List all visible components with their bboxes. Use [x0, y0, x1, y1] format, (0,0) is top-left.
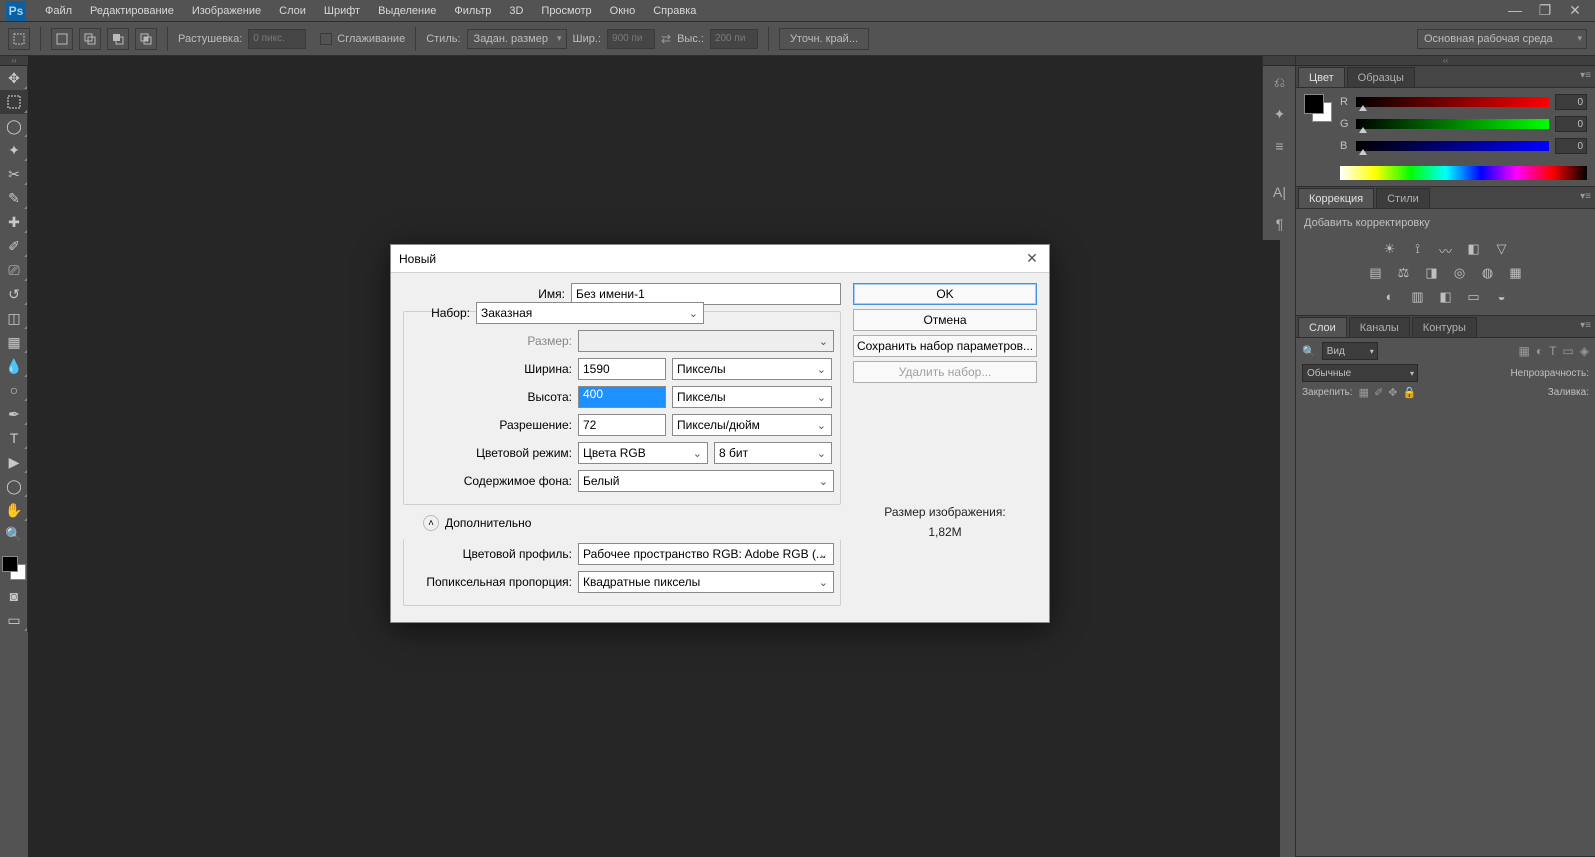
bgcontents-select[interactable]: Белый — [578, 470, 834, 492]
profile-select[interactable]: Рабочее пространство RGB: Adobe RGB (... — [578, 543, 834, 565]
cancel-button[interactable]: Отмена — [853, 309, 1037, 331]
ok-button[interactable]: OK — [853, 283, 1037, 305]
chevron-up-icon: ˄ — [423, 515, 439, 531]
size-label: Размер: — [410, 334, 578, 348]
name-label: Имя: — [403, 287, 571, 301]
height-label-d: Высота: — [410, 390, 578, 404]
profile-label: Цветовой профиль: — [410, 547, 578, 561]
size-select — [578, 330, 834, 352]
height-input-d[interactable]: 400 — [578, 386, 666, 408]
colormode-select[interactable]: Цвета RGB — [578, 442, 708, 464]
width-label-d: Ширина: — [410, 362, 578, 376]
colormode-label: Цветовой режим: — [410, 446, 578, 460]
width-input-d[interactable] — [578, 358, 666, 380]
delete-preset-button: Удалить набор... — [853, 361, 1037, 383]
imagesize-label: Размер изображения: — [853, 505, 1037, 519]
dialog-close-icon[interactable]: ✕ — [1023, 250, 1041, 268]
new-document-dialog: Новый ✕ Имя: Набор: Заказная Размер: — [390, 244, 1050, 623]
resolution-label: Разрешение: — [410, 418, 578, 432]
dialog-titlebar[interactable]: Новый ✕ — [391, 245, 1049, 273]
resolution-input[interactable] — [578, 414, 666, 436]
height-unit-select[interactable]: Пикселы — [672, 386, 832, 408]
preset-select[interactable]: Заказная — [476, 302, 704, 324]
save-preset-button[interactable]: Сохранить набор параметров... — [853, 335, 1037, 357]
bitdepth-select[interactable]: 8 бит — [714, 442, 832, 464]
dialog-overlay: Новый ✕ Имя: Набор: Заказная Размер: — [0, 0, 1595, 857]
bgcontents-label: Содержимое фона: — [410, 474, 578, 488]
preset-label: Набор: — [410, 306, 476, 320]
imagesize-value: 1,82M — [853, 525, 1037, 539]
advanced-toggle[interactable]: ˄ Дополнительно — [423, 515, 841, 531]
pixelaspect-label: Попиксельная пропорция: — [410, 575, 578, 589]
width-unit-select[interactable]: Пикселы — [672, 358, 832, 380]
advanced-label: Дополнительно — [445, 516, 531, 530]
resolution-unit-select[interactable]: Пикселы/дюйм — [672, 414, 832, 436]
pixelaspect-select[interactable]: Квадратные пикселы — [578, 571, 834, 593]
dialog-title: Новый — [399, 252, 436, 266]
